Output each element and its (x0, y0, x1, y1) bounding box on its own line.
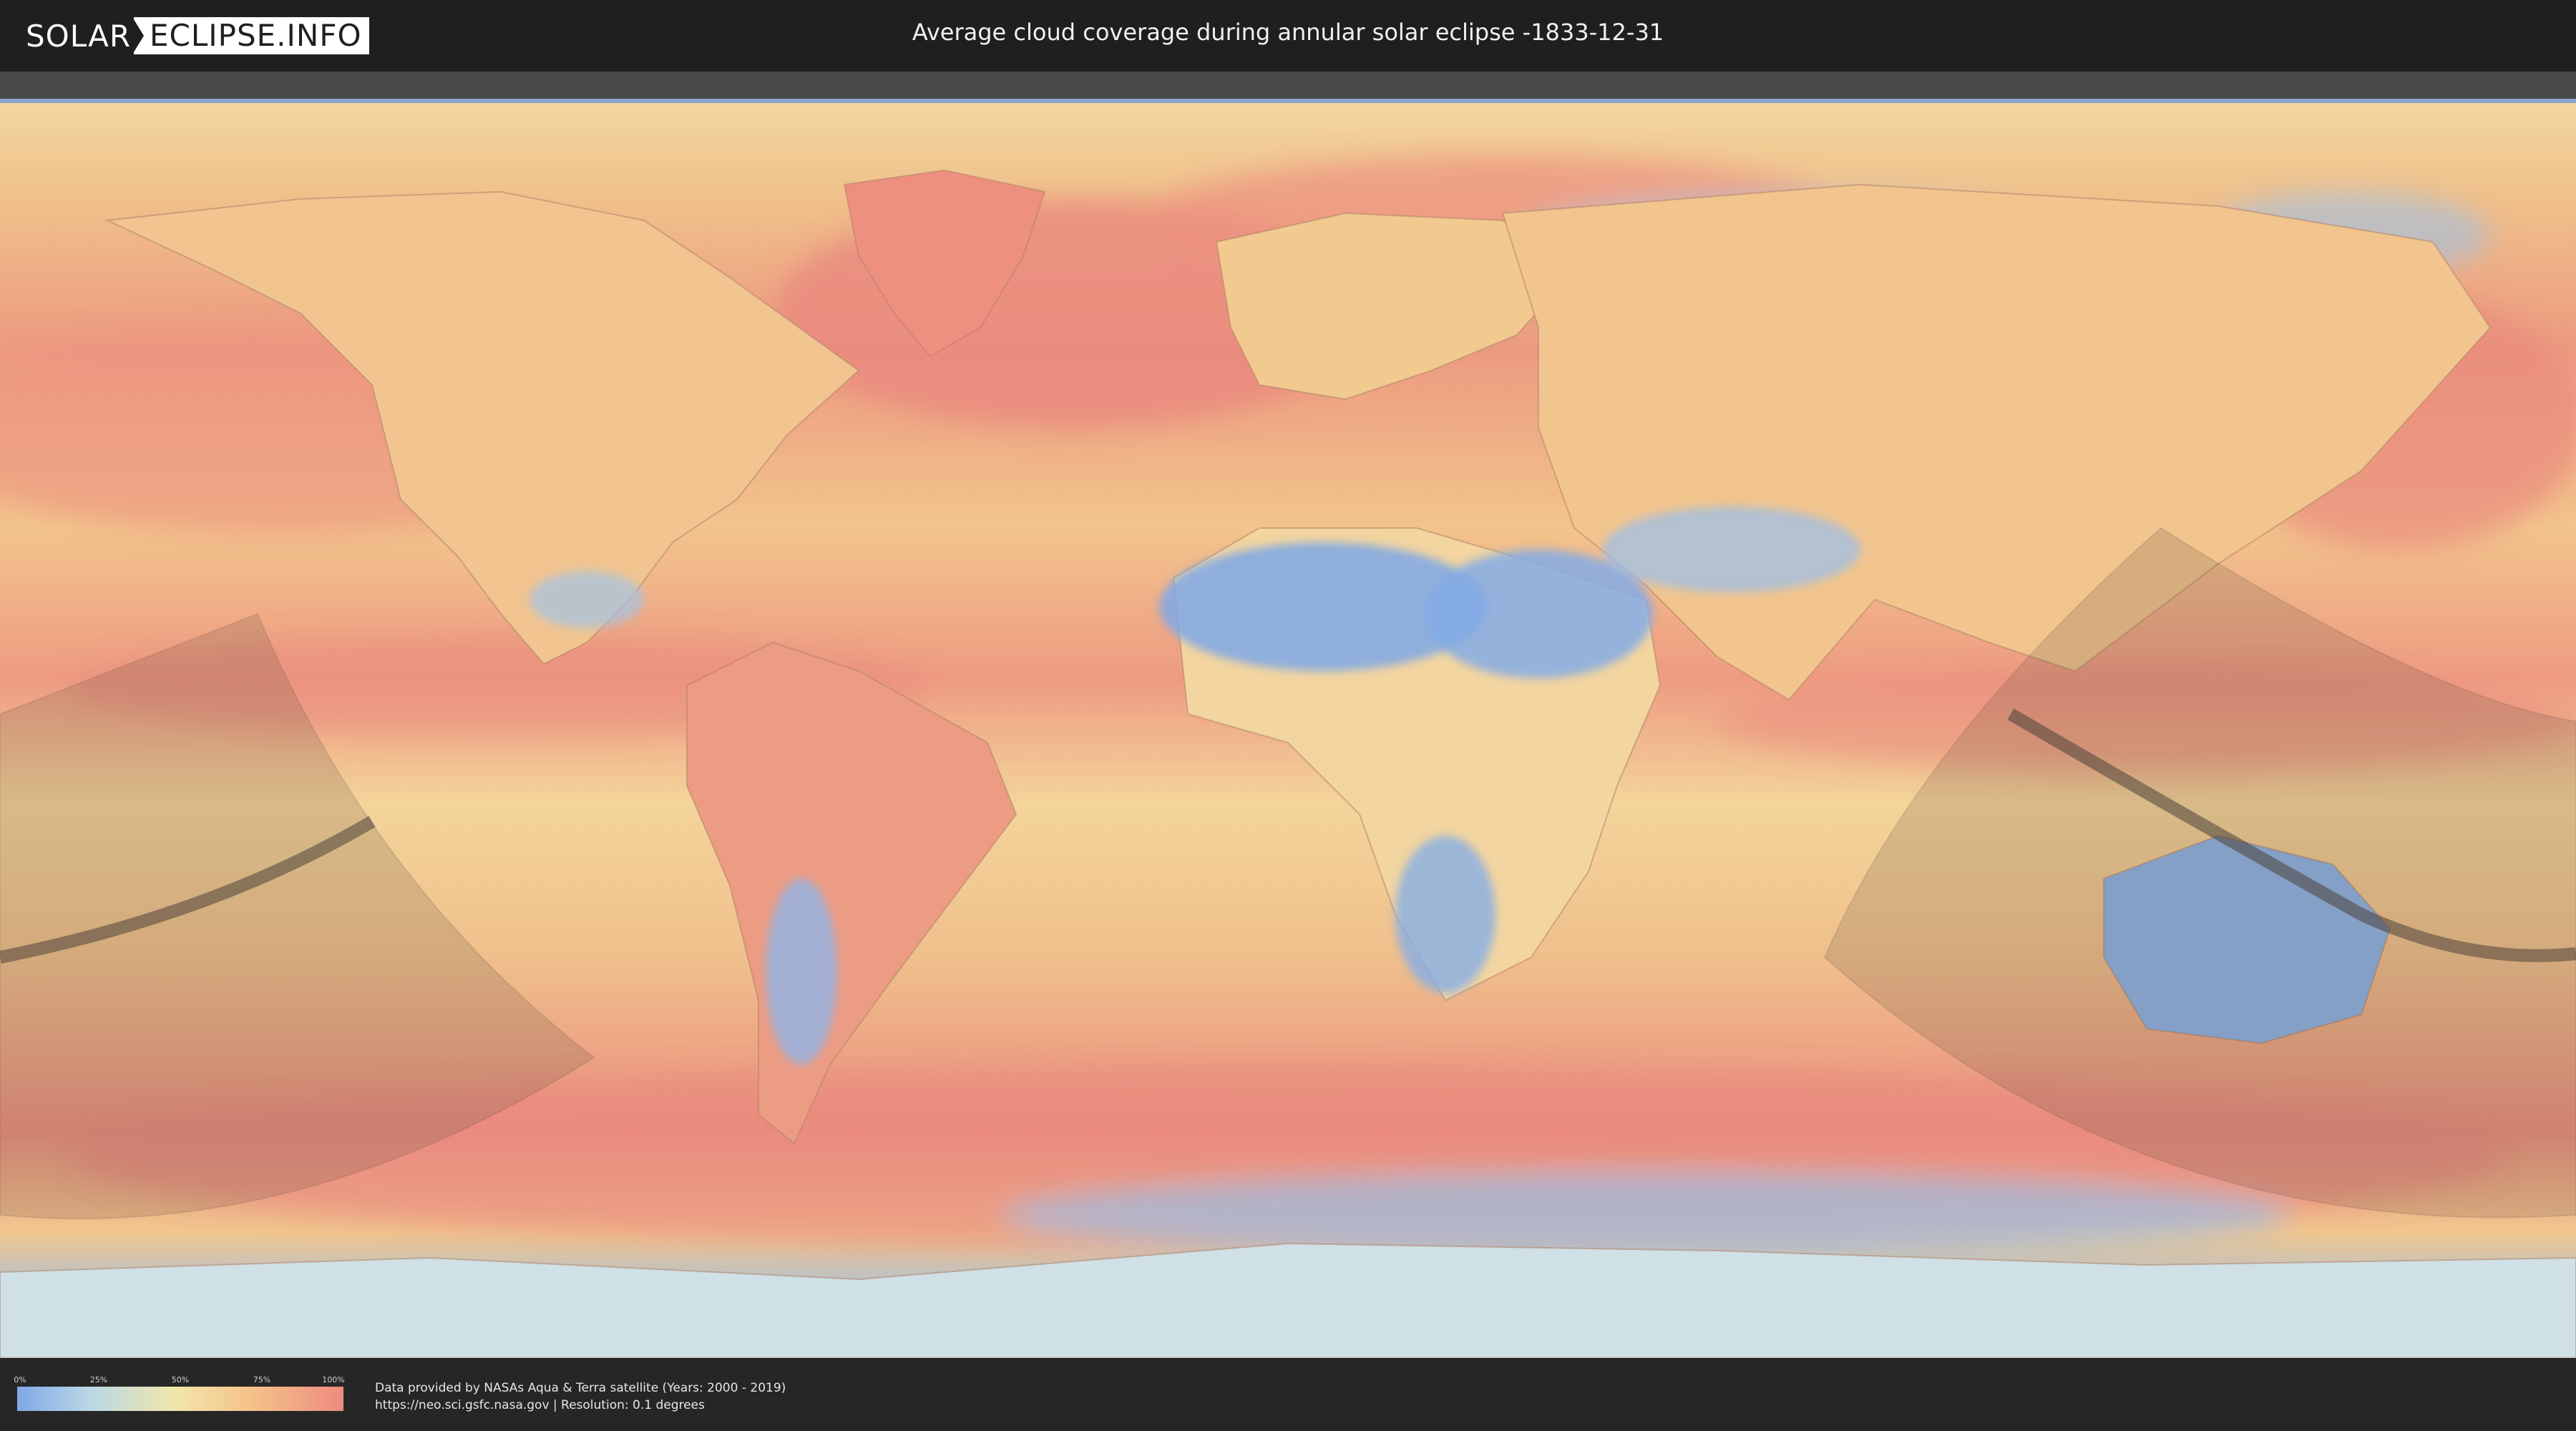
legend-gradient-bar (17, 1387, 343, 1411)
cloud-coverage-map[interactable] (0, 99, 2576, 1358)
legend-tick: 75% (253, 1375, 271, 1384)
data-credits: Data provided by NASAs Aqua & Terra sate… (375, 1379, 786, 1414)
page-title: Average cloud coverage during annular so… (912, 19, 1664, 46)
legend-tick: 50% (171, 1375, 190, 1384)
separator-bar (0, 72, 2576, 99)
credits-line-1: Data provided by NASAs Aqua & Terra sate… (375, 1381, 786, 1395)
map-canvas (0, 99, 2576, 1358)
color-legend: 0% 25% 50% 75% 100% (14, 1375, 345, 1411)
legend-tick: 25% (89, 1375, 108, 1384)
legend-tick: 100% (322, 1375, 345, 1384)
footer-bar: 0% 25% 50% 75% 100% Data provided by NAS… (0, 1358, 2576, 1431)
map-top-edge (0, 99, 2576, 103)
top-bar: SOLAR ECLIPSE.INFO Average cloud coverag… (0, 0, 2576, 72)
legend-tick: 0% (14, 1375, 26, 1384)
legend-ticks: 0% 25% 50% 75% 100% (14, 1375, 345, 1387)
credits-line-2[interactable]: https://neo.sci.gsfc.nasa.gov | Resoluti… (375, 1397, 786, 1414)
